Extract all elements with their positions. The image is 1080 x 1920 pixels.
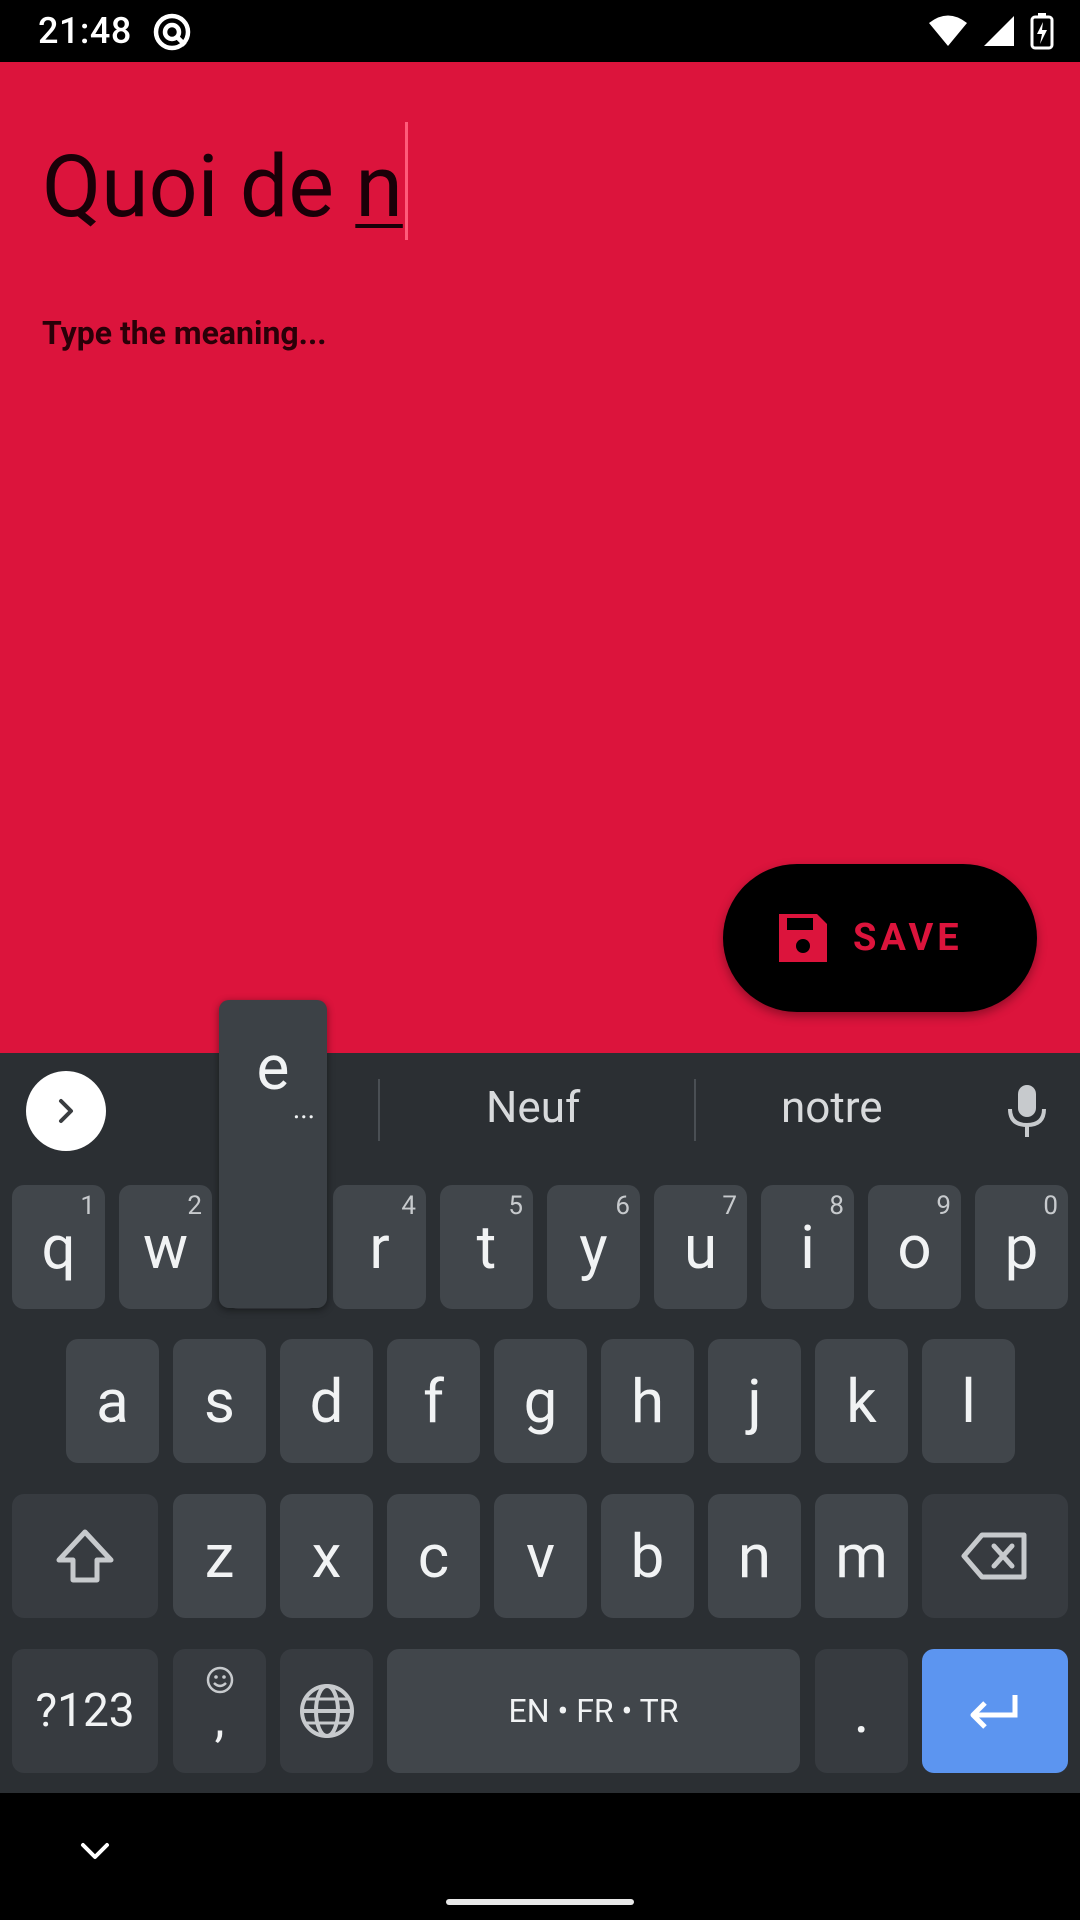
key-s[interactable]: s <box>173 1339 266 1463</box>
key-label: i <box>800 1211 815 1283</box>
key-preview-popup: e ... <box>219 1000 327 1308</box>
key-d[interactable]: d <box>280 1339 373 1463</box>
save-button[interactable]: SAVE <box>723 864 1037 1012</box>
cellular-signal-icon <box>984 16 1014 46</box>
status-bar: 21:48 <box>0 0 1080 62</box>
key-x[interactable]: x <box>280 1494 373 1618</box>
text-caret <box>404 122 408 240</box>
key-label: r <box>369 1211 390 1283</box>
key-k[interactable]: k <box>815 1339 908 1463</box>
navigation-bar <box>0 1793 1080 1920</box>
phrase-typed-text: Quoi de <box>42 136 356 237</box>
key-hint: 5 <box>508 1191 523 1221</box>
suggestion-strip: Neuf notre <box>0 1053 1080 1167</box>
key-hint: 6 <box>615 1191 630 1221</box>
key-g[interactable]: g <box>494 1339 587 1463</box>
key-i[interactable]: i8 <box>761 1185 854 1309</box>
key-hint: 8 <box>829 1191 844 1221</box>
globe-icon <box>299 1684 354 1738</box>
key-z[interactable]: z <box>173 1494 266 1618</box>
key-v[interactable]: v <box>494 1494 587 1618</box>
key-label: u <box>683 1211 718 1283</box>
key-label: p <box>1004 1211 1039 1283</box>
key-hint: 2 <box>187 1191 202 1221</box>
key-j[interactable]: j <box>708 1339 801 1463</box>
battery-charging-icon <box>1030 13 1054 50</box>
key-hint: 9 <box>936 1191 951 1221</box>
meaning-input[interactable]: Type the meaning... <box>42 314 327 352</box>
at-sign-icon <box>153 13 191 51</box>
phrase-input[interactable]: Quoi de n <box>42 122 408 242</box>
key-b[interactable]: b <box>601 1494 694 1618</box>
symbols-key[interactable]: ?123 <box>12 1649 158 1773</box>
enter-icon <box>970 1695 1018 1729</box>
key-m[interactable]: m <box>815 1494 908 1618</box>
key-label: w <box>142 1211 189 1283</box>
key-label: y <box>579 1211 608 1283</box>
key-o[interactable]: o9 <box>868 1185 961 1309</box>
status-icons <box>928 12 1054 50</box>
key-f[interactable]: f <box>387 1339 480 1463</box>
key-label: q <box>41 1211 76 1283</box>
key-t[interactable]: t5 <box>440 1185 533 1309</box>
chevron-down-icon[interactable] <box>78 1837 112 1867</box>
emoji-comma-key[interactable]: , <box>173 1649 266 1773</box>
space-key[interactable]: EN • FR • TR <box>387 1649 800 1773</box>
home-handle[interactable] <box>446 1899 634 1905</box>
key-hint: 7 <box>722 1191 737 1221</box>
language-key[interactable] <box>280 1649 373 1773</box>
key-c[interactable]: c <box>387 1494 480 1618</box>
key-q[interactable]: q1 <box>12 1185 105 1309</box>
floppy-disk-icon <box>779 914 827 962</box>
key-label: o <box>897 1211 932 1283</box>
key-r[interactable]: r4 <box>333 1185 426 1309</box>
suggestion-1[interactable]: Neuf <box>486 1081 580 1133</box>
keyboard-toolbar-expand-button[interactable] <box>26 1071 106 1151</box>
key-p[interactable]: p0 <box>975 1185 1068 1309</box>
key-preview-more: ... <box>292 1092 315 1125</box>
period-key[interactable]: . <box>815 1649 908 1773</box>
shift-key[interactable] <box>12 1494 158 1618</box>
wifi-icon <box>929 15 967 46</box>
shift-icon <box>56 1529 114 1583</box>
key-w[interactable]: w2 <box>119 1185 212 1309</box>
key-h[interactable]: h <box>601 1339 694 1463</box>
chevron-right-icon <box>59 1099 73 1123</box>
phrase-composing-text: n <box>355 136 403 237</box>
key-hint: 1 <box>80 1191 95 1221</box>
key-hint: 0 <box>1043 1191 1058 1221</box>
suggestion-divider <box>694 1079 696 1141</box>
comma-label: , <box>214 1691 225 1749</box>
key-label: t <box>476 1211 497 1283</box>
key-u[interactable]: u7 <box>654 1185 747 1309</box>
backspace-icon <box>961 1532 1027 1580</box>
enter-key[interactable] <box>922 1649 1068 1773</box>
app-canvas: Quoi de n Type the meaning... SAVE <box>0 62 1080 1053</box>
microphone-icon[interactable] <box>1000 1083 1054 1139</box>
backspace-key[interactable] <box>922 1494 1068 1618</box>
status-time: 21:48 <box>38 10 132 52</box>
key-hint: 4 <box>401 1191 416 1221</box>
save-button-label: SAVE <box>853 916 963 960</box>
key-n[interactable]: n <box>708 1494 801 1618</box>
key-y[interactable]: y6 <box>547 1185 640 1309</box>
suggestion-divider <box>378 1079 380 1141</box>
key-l[interactable]: l <box>922 1339 1015 1463</box>
suggestion-2[interactable]: notre <box>781 1081 883 1133</box>
key-a[interactable]: a <box>66 1339 159 1463</box>
